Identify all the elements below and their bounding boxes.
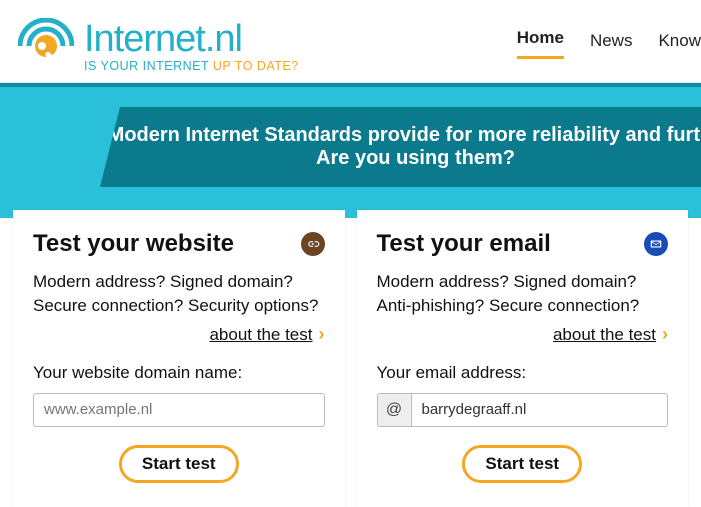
about-link-email[interactable]: about the test [553,325,656,344]
hero: Modern Internet Standards provide for mo… [0,83,701,218]
cards-row: Test your website Modern address? Signed… [0,210,701,507]
hero-banner: Modern Internet Standards provide for mo… [100,107,701,187]
card-website-title: Test your website [33,230,234,258]
hero-line-1: Modern Internet Standards provide for mo… [108,124,701,147]
website-field-label: Your website domain name: [33,363,325,383]
logo-title: Internet.nl [84,20,299,58]
at-sign-icon: @ [377,393,411,427]
nav-item-news[interactable]: News [590,31,633,59]
logo-text: Internet.nl IS YOUR INTERNET UP TO DATE? [84,20,299,73]
card-website-desc: Modern address? Signed domain? Secure co… [33,270,325,318]
logo-icon [18,18,74,74]
website-domain-input[interactable] [33,393,325,427]
card-test-email: Test your email Modern address? Signed d… [357,210,689,507]
logo[interactable]: Internet.nl IS YOUR INTERNET UP TO DATE? [18,18,299,74]
card-email-title: Test your email [377,230,551,258]
header: Internet.nl IS YOUR INTERNET UP TO DATE?… [0,0,701,83]
nav: Home News Know [517,28,701,65]
start-test-email-button[interactable]: Start test [462,445,582,483]
start-test-website-button[interactable]: Start test [119,445,239,483]
mail-icon [644,232,668,256]
email-field-label: Your email address: [377,363,669,383]
email-address-input[interactable] [411,393,669,427]
link-icon [301,232,325,256]
hero-line-2: Are you using them? [316,147,515,170]
logo-subtitle: IS YOUR INTERNET UP TO DATE? [84,60,299,73]
chevron-right-icon: › [319,324,325,344]
about-link-website[interactable]: about the test [209,325,312,344]
nav-item-home[interactable]: Home [517,28,564,59]
chevron-right-icon: › [662,324,668,344]
card-test-website: Test your website Modern address? Signed… [13,210,345,507]
card-email-desc: Modern address? Signed domain? Anti-phis… [377,270,669,318]
nav-item-know[interactable]: Know [658,31,701,59]
